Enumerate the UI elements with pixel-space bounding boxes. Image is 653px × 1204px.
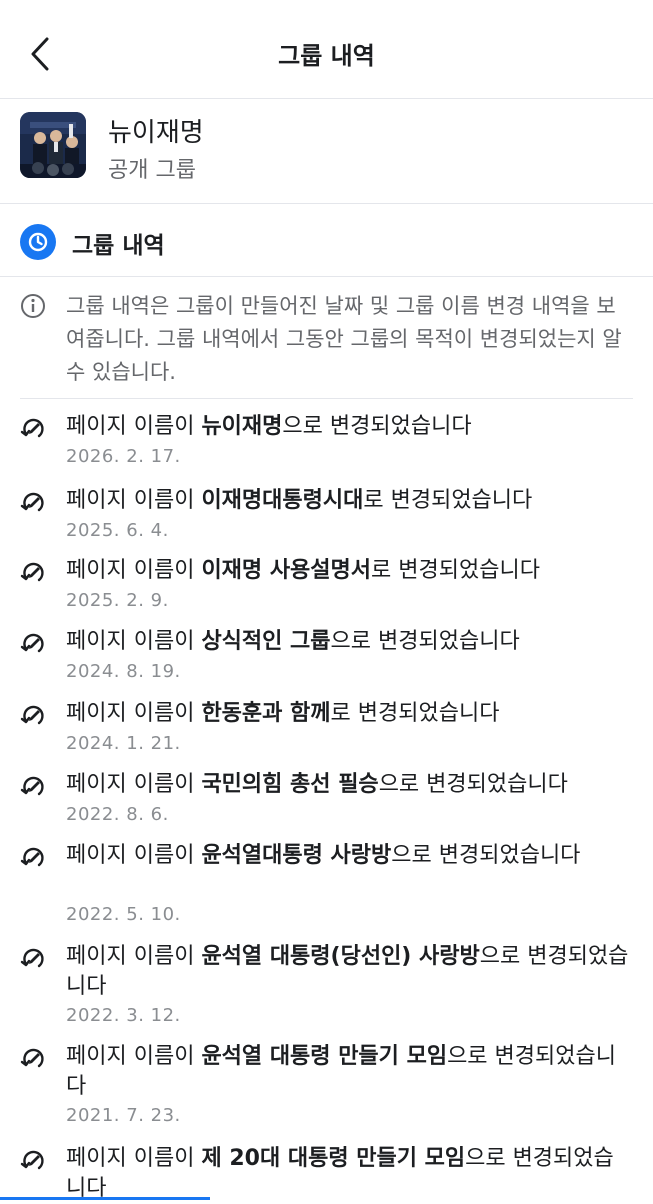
rename-icon <box>20 847 44 867</box>
page-title: 그룹 내역 <box>278 42 375 70</box>
entry-name: 윤석열 대통령 만들기 모임 <box>201 1044 448 1069</box>
entry-date: 2025. 6. 4. <box>66 520 169 541</box>
clock-icon <box>20 224 56 260</box>
group-avatar[interactable] <box>20 112 86 178</box>
entry-name: 제 20대 대통령 만들기 모임 <box>201 1146 466 1171</box>
rename-icon <box>20 702 46 732</box>
top-bar: 그룹 내역 <box>0 0 653 99</box>
entry-name: 한동훈과 함께 <box>201 701 331 726</box>
rename-icon <box>20 948 44 968</box>
rename-icon <box>20 418 44 438</box>
rename-icon <box>20 559 46 589</box>
entry-date: 2021. 7. 23. <box>66 1105 181 1126</box>
rename-icon <box>20 1150 44 1170</box>
entry-name: 상식적인 그룹 <box>201 629 331 654</box>
info-box: 그룹 내역은 그룹이 만들어진 날짜 및 그룹 이름 변경 내역을 보여줍니다.… <box>20 290 633 399</box>
rename-icon <box>20 415 46 445</box>
entry-name: 이재명 사용설명서 <box>201 558 372 583</box>
rename-icon <box>20 630 46 660</box>
group-privacy-label: 공개 그룹 <box>108 158 196 183</box>
rename-icon <box>20 1147 46 1177</box>
entry-name: 국민의힘 총선 필승 <box>201 772 379 797</box>
rename-icon <box>20 705 44 725</box>
rename-icon <box>20 1045 46 1075</box>
entry-date: 2024. 8. 19. <box>66 661 181 682</box>
entry-date: 2025. 2. 9. <box>66 590 169 611</box>
entry-name: 이재명대통령시대 <box>201 488 364 513</box>
rename-icon <box>20 776 44 796</box>
rename-icon <box>20 489 46 519</box>
rename-icon <box>20 773 46 803</box>
info-icon <box>21 294 45 318</box>
entry-date: 2026. 2. 17. <box>66 446 181 467</box>
entry-date: 2022. 3. 12. <box>66 1005 181 1026</box>
group-header[interactable] <box>0 99 653 204</box>
entry-name: 윤석열대통령 사랑방 <box>201 843 392 868</box>
entry-date: 2024. 1. 21. <box>66 733 181 754</box>
rename-icon <box>20 1048 44 1068</box>
entry-name: 윤석열 대통령(당선인) 사랑방 <box>201 944 480 969</box>
rename-icon <box>20 492 44 512</box>
entry-name: 뉴이재명 <box>201 414 283 439</box>
section-title: 그룹 내역 <box>72 233 165 259</box>
rename-icon <box>20 844 46 874</box>
rename-icon <box>20 562 44 582</box>
entry-date: 2022. 5. 10. <box>66 904 181 925</box>
rename-icon <box>20 945 46 975</box>
entry-date: 2022. 8. 6. <box>66 804 169 825</box>
info-text: 그룹 내역은 그룹이 만들어진 날짜 및 그룹 이름 변경 내역을 보여줍니다.… <box>66 294 622 384</box>
group-name[interactable]: 뉴이재명 <box>108 112 204 149</box>
rename-icon <box>20 633 44 653</box>
